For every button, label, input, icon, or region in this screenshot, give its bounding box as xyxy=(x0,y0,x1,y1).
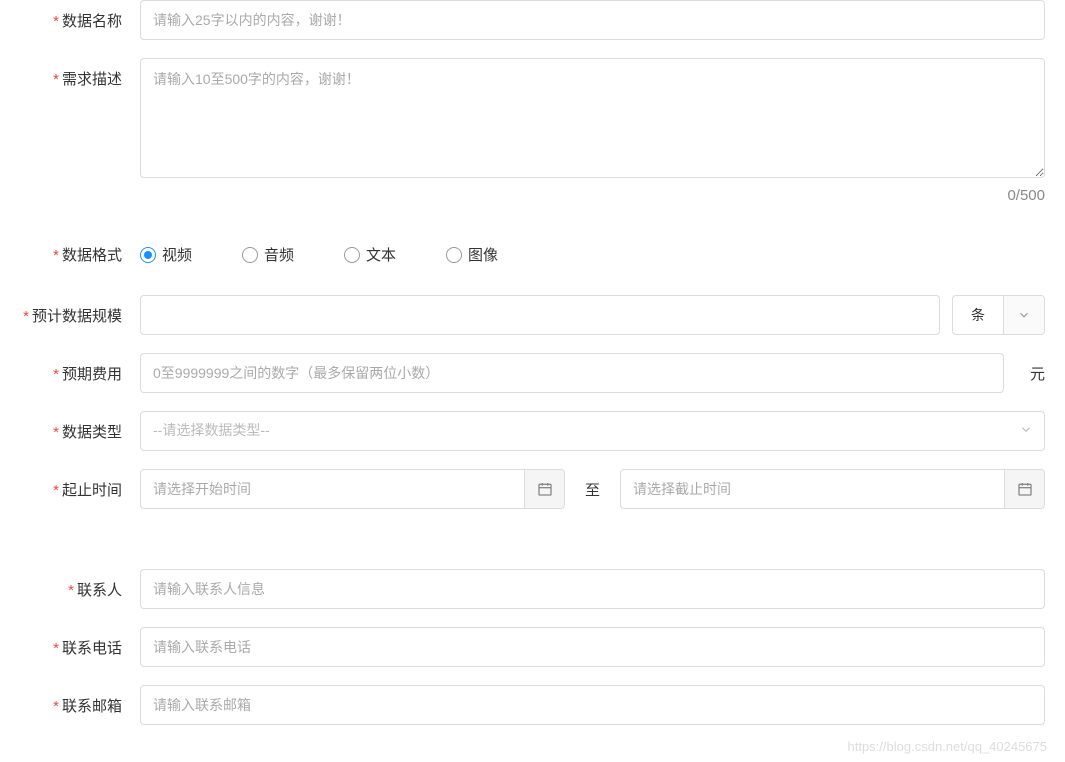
row-data-format: *数据格式 视频 音频 文本 图像 xyxy=(20,234,1045,265)
start-date-input[interactable] xyxy=(140,469,525,509)
calendar-icon xyxy=(1017,481,1033,497)
label-contact-person: *联系人 xyxy=(20,569,140,600)
data-format-radio-group: 视频 音频 文本 图像 xyxy=(140,234,498,265)
label-time-range: *起止时间 xyxy=(20,469,140,500)
radio-audio[interactable]: 音频 xyxy=(242,244,294,265)
contact-email-input[interactable] xyxy=(140,685,1045,725)
scale-unit-select[interactable]: 条 xyxy=(952,295,1045,335)
contact-person-input[interactable] xyxy=(140,569,1045,609)
radio-icon xyxy=(242,247,258,263)
char-counter: 0/500 xyxy=(140,187,1045,204)
label-contact-phone: *联系电话 xyxy=(20,627,140,658)
label-estimated-scale: *预计数据规模 xyxy=(20,295,140,326)
required-mark: * xyxy=(23,308,29,325)
required-mark: * xyxy=(53,13,59,30)
end-date-input[interactable] xyxy=(620,469,1005,509)
watermark: https://blog.csdn.net/qq_40245675 xyxy=(848,739,1048,754)
estimated-scale-input[interactable] xyxy=(140,295,940,335)
row-estimated-scale: *预计数据规模 条 xyxy=(20,295,1045,335)
cost-unit: 元 xyxy=(1030,363,1045,384)
date-range-separator: 至 xyxy=(565,479,620,500)
expected-cost-input[interactable] xyxy=(140,353,1004,393)
row-data-name: *数据名称 xyxy=(20,0,1045,40)
row-data-type: *数据类型 --请选择数据类型-- xyxy=(20,411,1045,451)
radio-text[interactable]: 文本 xyxy=(344,244,396,265)
required-mark: * xyxy=(53,698,59,715)
radio-icon xyxy=(446,247,462,263)
row-contact-phone: *联系电话 xyxy=(20,627,1045,667)
required-mark: * xyxy=(53,482,59,499)
row-requirement-desc: *需求描述 0/500 xyxy=(20,58,1045,204)
label-requirement-desc: *需求描述 xyxy=(20,58,140,89)
data-type-select[interactable]: --请选择数据类型-- xyxy=(140,411,1045,451)
end-date-calendar-button[interactable] xyxy=(1005,469,1045,509)
radio-icon xyxy=(140,247,156,263)
chevron-down-icon xyxy=(1004,296,1044,334)
calendar-icon xyxy=(537,481,553,497)
row-time-range: *起止时间 至 xyxy=(20,469,1045,509)
label-data-name: *数据名称 xyxy=(20,0,140,31)
required-mark: * xyxy=(53,640,59,657)
radio-image[interactable]: 图像 xyxy=(446,244,498,265)
label-data-type: *数据类型 xyxy=(20,411,140,442)
row-contact-email: *联系邮箱 xyxy=(20,685,1045,725)
required-mark: * xyxy=(53,366,59,383)
required-mark: * xyxy=(53,247,59,264)
start-date-calendar-button[interactable] xyxy=(525,469,565,509)
required-mark: * xyxy=(53,424,59,441)
data-request-form: *数据名称 *需求描述 0/500 *数据格式 视频 音频 xyxy=(0,0,1065,725)
radio-icon xyxy=(344,247,360,263)
label-contact-email: *联系邮箱 xyxy=(20,685,140,716)
data-name-input[interactable] xyxy=(140,0,1045,40)
required-mark: * xyxy=(68,582,74,599)
row-contact-person: *联系人 xyxy=(20,569,1045,609)
row-expected-cost: *预期费用 元 xyxy=(20,353,1045,393)
contact-phone-input[interactable] xyxy=(140,627,1045,667)
requirement-desc-textarea[interactable] xyxy=(140,58,1045,178)
label-data-format: *数据格式 xyxy=(20,234,140,265)
radio-video[interactable]: 视频 xyxy=(140,244,192,265)
label-expected-cost: *预期费用 xyxy=(20,353,140,384)
required-mark: * xyxy=(53,71,59,88)
